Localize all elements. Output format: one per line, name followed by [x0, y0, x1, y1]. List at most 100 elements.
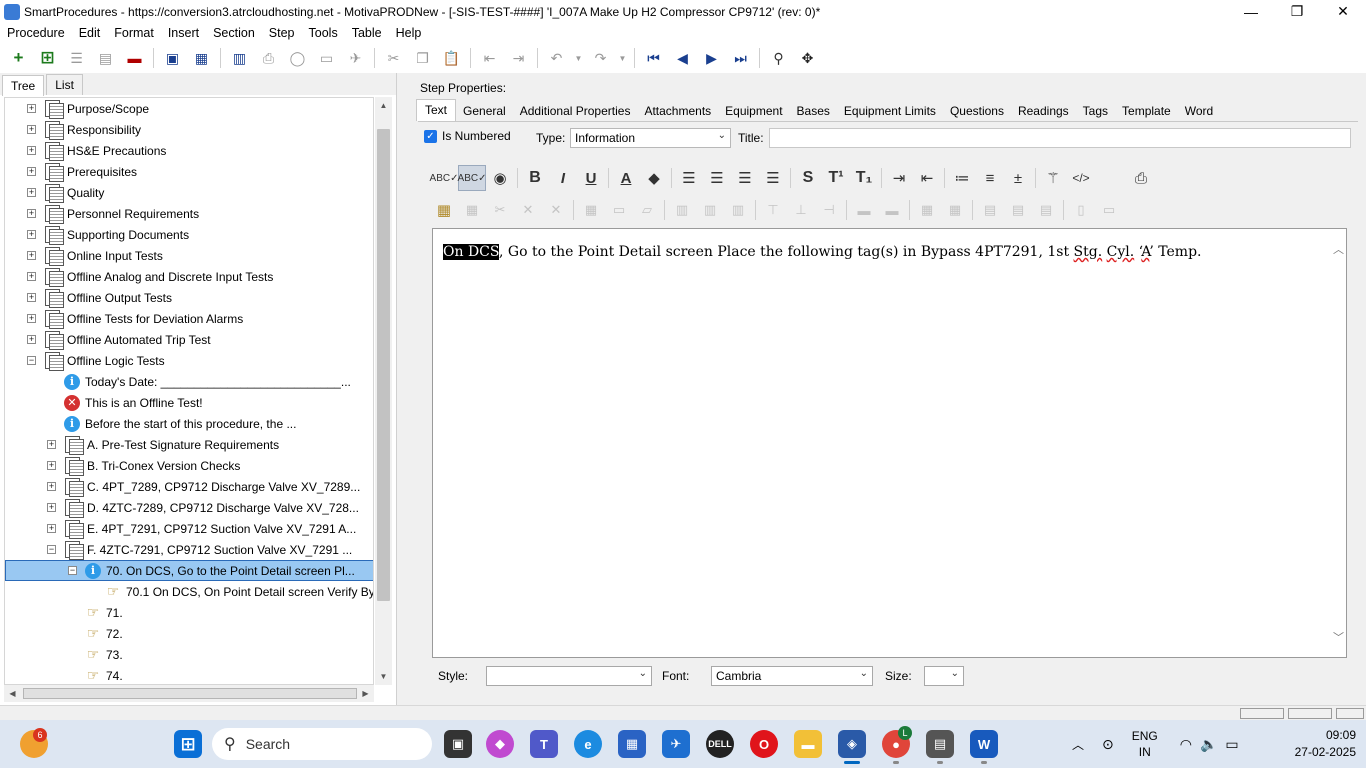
store-icon[interactable]: ▦ [618, 730, 646, 758]
find-icon[interactable]: ⚲ [768, 47, 790, 69]
copy-icon[interactable]: ❐ [412, 47, 434, 69]
file-explorer-icon[interactable]: ▬ [794, 730, 822, 758]
type-select[interactable]: Information ⌄ [570, 128, 731, 148]
tree-node[interactable]: + Offline Output Tests [27, 287, 172, 308]
opera-icon[interactable]: O [750, 730, 778, 758]
menu-insert[interactable]: Insert [161, 26, 206, 40]
list-edit-icon[interactable]: ▤ [95, 47, 117, 69]
align-center-icon[interactable]: ☰ [703, 165, 731, 191]
export-icon[interactable]: ▥ [229, 47, 251, 69]
expand-icon[interactable]: + [47, 461, 56, 470]
tree-node[interactable]: + HS&E Precautions [27, 140, 166, 161]
menu-table[interactable]: Table [345, 26, 389, 40]
tree-node[interactable]: + Responsibility [27, 119, 141, 140]
spellcheck-as-you-type-icon[interactable]: ABC✓ [458, 165, 486, 191]
tree-node[interactable]: + Personnel Requirements [27, 203, 199, 224]
tab-readings[interactable]: Readings [1011, 101, 1076, 121]
menu-edit[interactable]: Edit [72, 26, 108, 40]
clock[interactable]: 09:09 27-02-2025 [1295, 727, 1356, 761]
hscroll-thumb[interactable] [23, 688, 357, 699]
print-icon[interactable]: ⎙ [1127, 165, 1155, 191]
tab-bases[interactable]: Bases [790, 101, 837, 121]
underline-icon[interactable]: U [577, 165, 605, 191]
tree-node[interactable]: ☞ 74. [67, 665, 123, 684]
tree-node[interactable]: ☞ 73. [67, 644, 123, 665]
menu-tools[interactable]: Tools [302, 26, 345, 40]
tree-node[interactable]: + D. 4ZTC-7289, CP9712 Discharge Valve XV… [47, 497, 359, 518]
smartprocedures-icon[interactable]: ◈ [838, 730, 866, 758]
tree-node[interactable]: + Offline Analog and Discrete Input Tests [27, 266, 273, 287]
tab-general[interactable]: General [456, 101, 513, 121]
edge-icon[interactable]: e [574, 730, 602, 758]
tab-word[interactable]: Word [1178, 101, 1220, 121]
add-icon[interactable]: + [8, 47, 30, 69]
tree-node[interactable]: + Offline Tests for Deviation Alarms [27, 308, 243, 329]
bullet-list-icon[interactable]: ≔ [948, 165, 976, 191]
scroll-right-icon[interactable]: ▶ [357, 685, 374, 702]
outdent-icon[interactable]: ⇤ [479, 47, 501, 69]
expand-icon[interactable]: + [27, 125, 36, 134]
last-icon[interactable]: ⏭ [730, 47, 752, 69]
previous-icon[interactable]: ◀ [672, 47, 694, 69]
font-select[interactable]: Cambria ⌄ [711, 666, 873, 686]
battery-icon[interactable]: ▭ [1225, 736, 1238, 753]
tab-text[interactable]: Text [416, 99, 457, 121]
align-right-icon[interactable]: ☰ [731, 165, 759, 191]
magic-wand-icon[interactable]: ⚚ [1039, 165, 1067, 191]
minimize-button[interactable]: — [1228, 0, 1274, 23]
collapse-icon[interactable]: − [68, 566, 77, 575]
tree-node[interactable]: + Online Input Tests [27, 245, 163, 266]
tree-node[interactable]: + B. Tri-Conex Version Checks [47, 455, 240, 476]
highlight-color-icon[interactable]: ◆ [640, 165, 668, 191]
tree-node[interactable]: − Offline Logic Tests [27, 350, 165, 371]
save-all-icon[interactable]: ▣ [162, 47, 184, 69]
copilot-icon[interactable]: ◆ [486, 730, 514, 758]
expand-icon[interactable]: + [27, 167, 36, 176]
menu-help[interactable]: Help [389, 26, 429, 40]
expand-icon[interactable]: + [27, 314, 36, 323]
redo-dropdown-icon[interactable]: ▼ [619, 47, 627, 69]
tree-node[interactable]: ✕ This is an Offline Test! [47, 392, 203, 413]
undo-dropdown-icon[interactable]: ▼ [575, 47, 583, 69]
tree-node[interactable]: i Today's Date: _________________________… [47, 371, 351, 392]
expand-icon[interactable]: + [47, 503, 56, 512]
expand-icon[interactable]: + [47, 482, 56, 491]
volume-icon[interactable]: 🔈 [1200, 736, 1217, 753]
scroll-thumb[interactable] [377, 129, 390, 601]
tab-equipment-limits[interactable]: Equipment Limits [837, 101, 943, 121]
chevron-up-icon[interactable]: ︿ [1333, 241, 1344, 257]
list-icon[interactable]: ☰ [66, 47, 88, 69]
expand-icon[interactable]: + [27, 293, 36, 302]
is-numbered-checkbox[interactable]: ✓ [424, 129, 437, 143]
tab-equipment[interactable]: Equipment [718, 101, 789, 121]
decrease-indent-icon[interactable]: ⇤ [913, 165, 941, 191]
expand-icon[interactable]: + [27, 272, 36, 281]
task-view-icon[interactable]: ▣ [444, 730, 472, 758]
paste-icon[interactable]: 📋 [441, 47, 463, 69]
increase-indent-icon[interactable]: ⇥ [885, 165, 913, 191]
tree-node[interactable]: + Supporting Documents [27, 224, 189, 245]
taskbar-search[interactable]: ⚲ Search [212, 728, 432, 760]
step-text-editor[interactable]: On DCS, Go to the Point Detail screen Pl… [432, 228, 1347, 658]
tab-tree[interactable]: Tree [2, 75, 45, 96]
insert-table-icon[interactable]: ▦ [430, 197, 458, 223]
tree-node[interactable]: + Prerequisites [27, 161, 137, 182]
window-icon[interactable]: ▭ [316, 47, 338, 69]
scroll-up-icon[interactable]: ▲ [375, 97, 392, 114]
tab-template[interactable]: Template [1115, 101, 1178, 121]
collapse-icon[interactable]: − [47, 545, 56, 554]
outlook-icon[interactable]: ✈ [662, 730, 690, 758]
menu-format[interactable]: Format [107, 26, 161, 40]
word-icon[interactable]: W [970, 730, 998, 758]
menu-section[interactable]: Section [206, 26, 262, 40]
scroll-down-icon[interactable]: ▼ [375, 668, 392, 685]
chevron-up-icon[interactable]: ︿ [1072, 736, 1084, 753]
expand-icon[interactable]: + [27, 335, 36, 344]
expand-icon[interactable]: + [47, 524, 56, 533]
menu-procedure[interactable]: Procedure [0, 26, 72, 40]
redo-icon[interactable]: ↷ [590, 47, 612, 69]
network-status-icon[interactable]: ⊙ [1102, 736, 1114, 753]
symbol-icon[interactable]: ◉ [486, 165, 514, 191]
expand-icon[interactable]: + [27, 188, 36, 197]
expand-icon[interactable]: + [27, 230, 36, 239]
